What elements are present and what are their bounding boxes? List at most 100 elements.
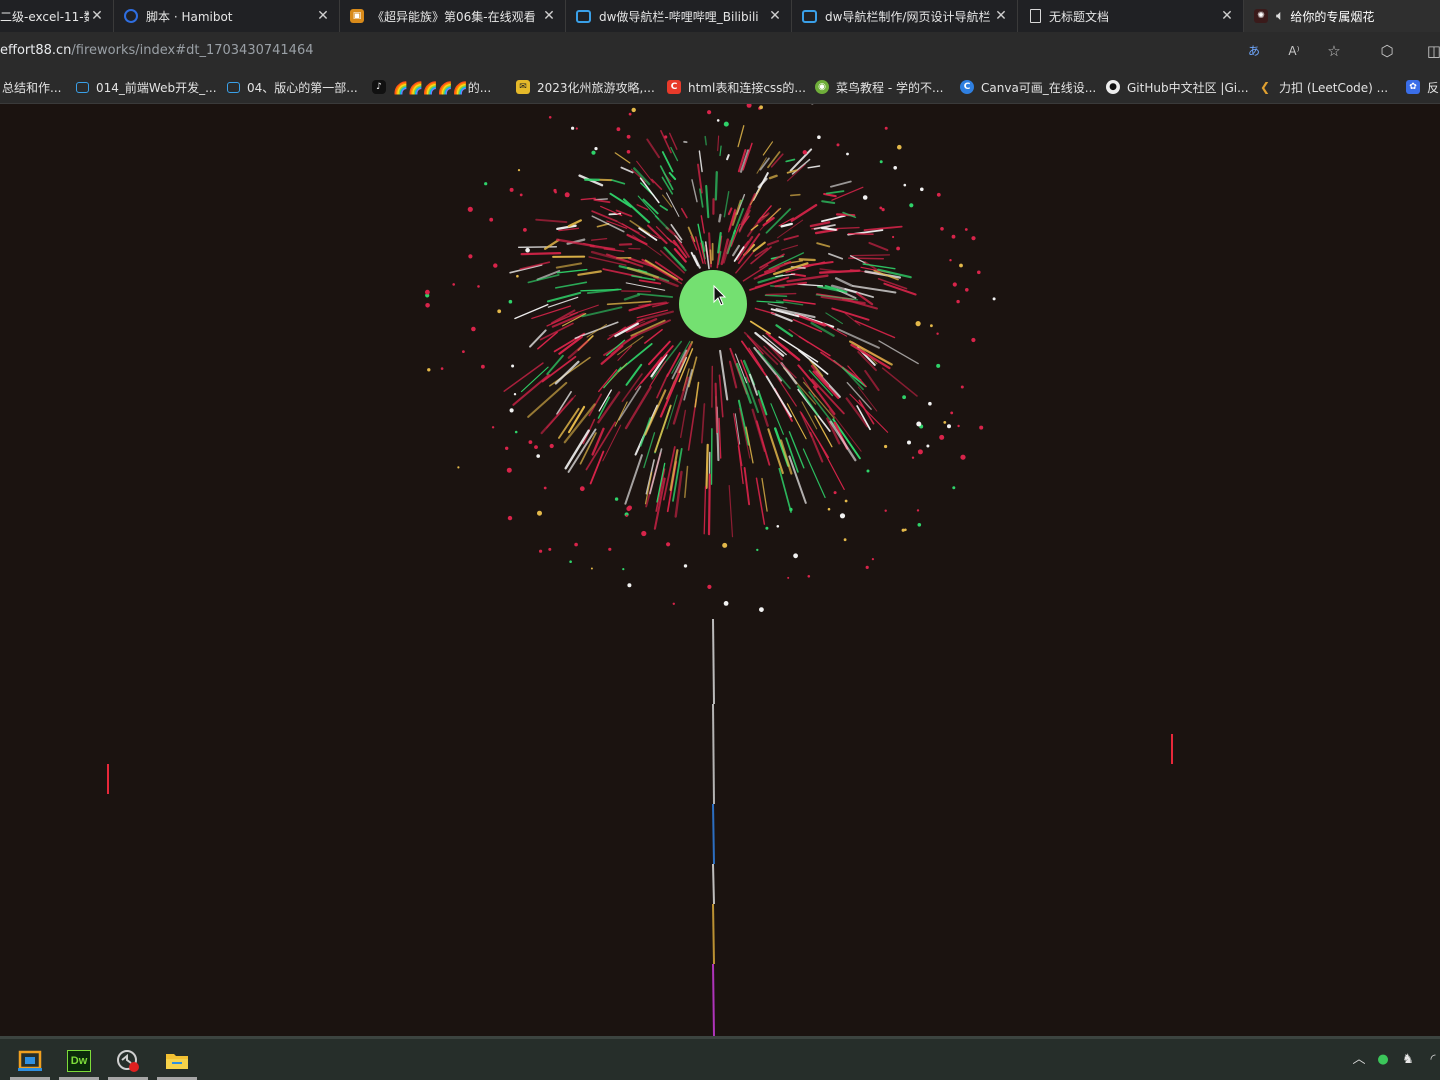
tab-bilibili-2[interactable]: dw导航栏制作/网页设计导航栏 ✕: [792, 0, 1018, 32]
close-icon[interactable]: ✕: [1219, 8, 1235, 24]
ember: [511, 364, 515, 368]
ember: [627, 505, 632, 511]
ember: [625, 514, 628, 517]
spark: [698, 150, 703, 173]
close-icon[interactable]: ✕: [767, 8, 783, 24]
fireworks-canvas[interactable]: [0, 104, 1440, 1036]
spark: [762, 141, 774, 156]
spark: [862, 263, 896, 270]
ember: [992, 297, 996, 301]
trail-segment: [712, 963, 715, 1036]
tab-bilibili-1[interactable]: dw做导航栏-哔哩哔哩_Bilibili ✕: [566, 0, 792, 32]
spark: [864, 369, 880, 392]
bookmark-label: GitHub中文社区 |Gi...: [1127, 80, 1249, 95]
ember: [505, 446, 509, 450]
bookmark-item[interactable]: ● GitHub中文社区 |Gi...: [1106, 78, 1249, 96]
spark: [768, 174, 778, 180]
bookmark-item[interactable]: C Canva可画_在线设...: [960, 78, 1096, 96]
spark: [669, 132, 678, 150]
ember: [484, 182, 488, 186]
tab-excel[interactable]: 二级-excel-11-数 ✕: [0, 0, 114, 32]
spark: [737, 445, 744, 485]
read-aloud-icon[interactable]: A⁾: [1284, 41, 1304, 61]
spark: [709, 249, 712, 265]
video-site-icon: ▣: [350, 9, 364, 23]
ember: [508, 299, 513, 304]
dreamweaver-icon[interactable]: Dw: [59, 1043, 99, 1080]
ember: [468, 254, 473, 259]
tab-untitled[interactable]: 无标题文档 ✕: [1018, 0, 1244, 32]
ember: [902, 395, 906, 400]
spark: [718, 213, 722, 223]
ember: [911, 456, 915, 459]
ember: [843, 538, 847, 542]
ember: [940, 227, 944, 231]
spark: [836, 226, 860, 230]
ember: [817, 135, 821, 139]
tab-strip: 二级-excel-11-数 ✕ 脚本 · Hamibot ✕ ▣ 《超异能族》第…: [0, 0, 1440, 32]
chevron-up-icon[interactable]: ︿: [1350, 1051, 1368, 1069]
bookmark-label: 力扣 (LeetCode) ...: [1279, 80, 1389, 95]
screen-recorder-icon[interactable]: [108, 1043, 148, 1080]
ember: [839, 513, 846, 519]
url-host: effort88.cn: [0, 43, 72, 58]
ember: [553, 188, 557, 193]
small-rockets: [107, 734, 1173, 794]
ember: [493, 263, 498, 268]
close-icon[interactable]: ✕: [315, 8, 331, 24]
translate-icon[interactable]: あ: [1244, 41, 1264, 61]
speaker-icon[interactable]: 🔈︎: [1276, 8, 1284, 24]
bookmark-item[interactable]: 总结和作...: [2, 78, 61, 96]
extensions-icon[interactable]: ⬡: [1377, 41, 1397, 61]
url-field[interactable]: effort88.cn/fireworks/index#dt_170343074…: [0, 41, 314, 61]
ember: [936, 363, 941, 368]
ember: [746, 104, 752, 108]
windows-app-icon[interactable]: [10, 1043, 50, 1080]
spark: [728, 360, 738, 389]
ember: [802, 150, 807, 155]
spark: [856, 405, 871, 431]
ember: [716, 119, 720, 122]
tab-hamibot[interactable]: 脚本 · Hamibot ✕: [114, 0, 340, 32]
bookmark-item[interactable]: ✉ 2023化州旅游攻略,...: [516, 78, 655, 96]
ember: [965, 288, 969, 292]
spark: [704, 241, 710, 270]
bookmark-item[interactable]: ✿ 反: [1406, 78, 1439, 96]
ember: [664, 135, 668, 139]
tab-fireworks[interactable]: ✺ 🔈︎ 给你的专属烟花: [1244, 0, 1440, 32]
favorite-star-icon[interactable]: ☆: [1324, 41, 1344, 61]
canva-icon: C: [960, 80, 974, 94]
ember: [957, 424, 960, 428]
qq-icon[interactable]: ♞: [1399, 1051, 1417, 1069]
bookmark-item[interactable]: 04、版心的第一部...: [227, 78, 358, 96]
tab-video[interactable]: ▣ 《超异能族》第06集-在线观看 ✕: [340, 0, 566, 32]
split-screen-icon[interactable]: ◫: [1424, 41, 1440, 61]
ember: [971, 236, 976, 241]
ember: [949, 259, 952, 262]
trail-segment: [712, 703, 715, 805]
ember: [622, 568, 625, 571]
bookmark-item[interactable]: ◉ 菜鸟教程 - 学的不...: [815, 78, 943, 96]
close-icon[interactable]: ✕: [993, 8, 1009, 24]
ember: [440, 367, 444, 370]
network-icon[interactable]: ◜: [1424, 1051, 1440, 1069]
ember: [569, 560, 572, 563]
ember: [537, 510, 542, 516]
spark: [850, 254, 891, 257]
bookmark-item[interactable]: Chtml表和连接css的...: [667, 78, 806, 96]
bookmark-item[interactable]: 014_前端Web开发_...: [76, 78, 217, 96]
bookmark-item[interactable]: ♪ 🌈🌈🌈🌈🌈的...: [372, 78, 491, 96]
bookmark-label: 反: [1427, 80, 1440, 95]
csdn-icon: C: [667, 80, 681, 94]
close-icon[interactable]: ✕: [89, 8, 105, 24]
wechat-icon[interactable]: ●: [1374, 1051, 1392, 1069]
ember: [477, 285, 480, 288]
ember: [467, 206, 473, 212]
spark: [535, 218, 568, 224]
spark: [785, 158, 796, 163]
file-explorer-icon[interactable]: [157, 1043, 197, 1080]
ember: [833, 491, 837, 495]
close-icon[interactable]: ✕: [541, 8, 557, 24]
spark: [623, 293, 641, 301]
bookmark-item[interactable]: ❮ 力扣 (LeetCode) ...: [1258, 78, 1388, 96]
